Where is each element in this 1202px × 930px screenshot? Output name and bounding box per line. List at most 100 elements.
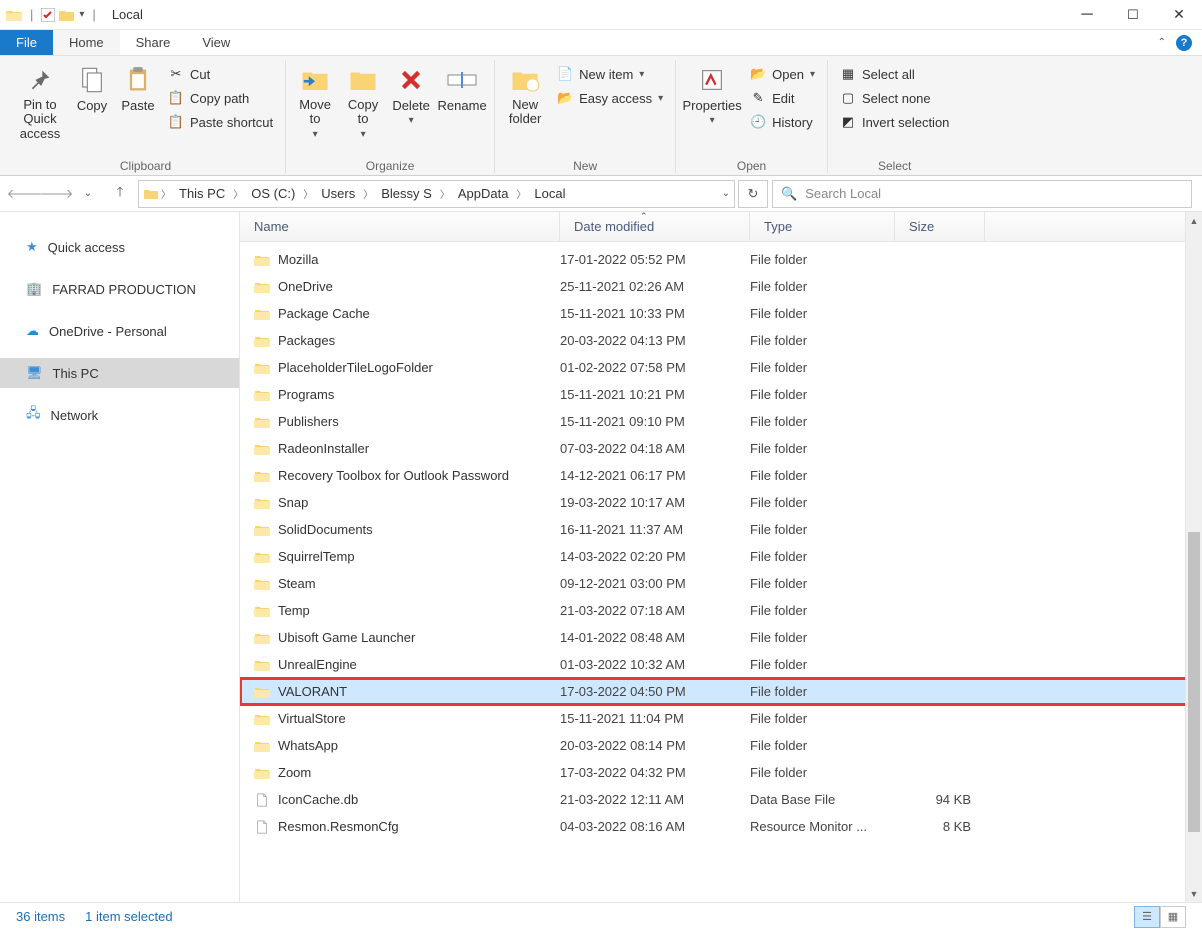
file-type: File folder [750,495,895,510]
paste-shortcut-button[interactable]: 📋Paste shortcut [162,110,279,134]
quick-access-check-icon[interactable] [41,8,55,22]
back-button[interactable]: 🡐 [10,180,38,208]
table-row[interactable]: Resmon.ResmonCfg04-03-2022 08:16 AMResou… [240,813,1202,840]
minimize-button[interactable]: ─ [1064,0,1110,30]
vertical-scrollbar[interactable]: ▲ ▼ [1185,212,1202,902]
edit-button[interactable]: ✎Edit [744,86,821,110]
table-row[interactable]: VALORANT17-03-2022 04:50 PMFile folder [240,678,1202,705]
open-button[interactable]: 📂Open ▾ [744,62,821,86]
tab-home[interactable]: Home [53,30,120,55]
breadcrumb-item[interactable]: This PC [173,184,231,203]
table-row[interactable]: Microsoft 11-03-2022 02:19 PM File folde… [240,242,1202,246]
file-date: 15-11-2021 11:04 PM [560,711,750,726]
properties-button[interactable]: Properties▾ [682,60,742,157]
column-type[interactable]: Type [750,212,895,241]
table-row[interactable]: Package Cache15-11-2021 10:33 PMFile fol… [240,300,1202,327]
tab-view[interactable]: View [186,30,246,55]
table-row[interactable]: Recovery Toolbox for Outlook Password14-… [240,462,1202,489]
up-button[interactable]: 🡑 [106,180,134,208]
column-date[interactable]: Date modified [560,212,750,241]
table-row[interactable]: Ubisoft Game Launcher14-01-2022 08:48 AM… [240,624,1202,651]
invert-selection-button[interactable]: ◩Invert selection [834,110,955,134]
chevron-right-icon[interactable]: 〉 [303,186,313,201]
refresh-button[interactable]: ↻ [738,180,768,208]
copy-to-button[interactable]: Copy to▾ [340,60,386,157]
table-row[interactable]: SolidDocuments16-11-2021 11:37 AMFile fo… [240,516,1202,543]
column-size[interactable]: Size [895,212,985,241]
folder-icon [254,442,270,456]
pin-to-quick-access-button[interactable]: Pin to Quick access [12,60,68,157]
table-row[interactable]: Snap19-03-2022 10:17 AMFile folder [240,489,1202,516]
new-item-button[interactable]: 📄New item ▾ [551,62,669,86]
file-name: Steam [278,576,316,591]
table-row[interactable]: IconCache.db21-03-2022 12:11 AMData Base… [240,786,1202,813]
paste-button[interactable]: Paste [116,60,160,157]
table-row[interactable]: OneDrive25-11-2021 02:26 AMFile folder [240,273,1202,300]
move-to-button[interactable]: Move to▾ [292,60,338,157]
table-row[interactable]: PlaceholderTileLogoFolder01-02-2022 07:5… [240,354,1202,381]
folder-icon [254,496,270,510]
chevron-right-icon[interactable]: 〉 [440,186,450,201]
table-row[interactable]: Steam09-12-2021 03:00 PMFile folder [240,570,1202,597]
details-view-button[interactable]: ☰ [1134,906,1160,928]
sidebar-item-farrad[interactable]: 🏢FARRAD PRODUCTION [0,274,239,304]
table-row[interactable]: RadeonInstaller07-03-2022 04:18 AMFile f… [240,435,1202,462]
easy-access-button[interactable]: 📂Easy access ▾ [551,86,669,110]
breadcrumb-item[interactable]: AppData [452,184,515,203]
table-row[interactable]: UnrealEngine01-03-2022 10:32 AMFile fold… [240,651,1202,678]
table-row[interactable]: Temp21-03-2022 07:18 AMFile folder [240,597,1202,624]
breadcrumb-item[interactable]: OS (C:) [245,184,301,203]
table-row[interactable]: Zoom17-03-2022 04:32 PMFile folder [240,759,1202,786]
sidebar-item-quick-access[interactable]: ★Quick access [0,232,239,262]
collapse-ribbon-icon[interactable]: ⌃ [1158,37,1166,48]
delete-button[interactable]: Delete▾ [388,60,434,157]
table-row[interactable]: SquirrelTemp14-03-2022 02:20 PMFile fold… [240,543,1202,570]
breadcrumb-item[interactable]: Local [528,184,571,203]
copy-button[interactable]: Copy [70,60,114,157]
table-row[interactable]: Mozilla17-01-2022 05:52 PMFile folder [240,246,1202,273]
table-row[interactable]: VirtualStore15-11-2021 11:04 PMFile fold… [240,705,1202,732]
column-name[interactable]: Name [240,212,560,241]
sidebar-item-network[interactable]: 🖧Network [0,400,239,430]
thumbnails-view-button[interactable]: ▦ [1160,906,1186,928]
tab-file[interactable]: File [0,30,53,55]
folder-icon [254,658,270,672]
table-row[interactable]: Programs15-11-2021 10:21 PMFile folder [240,381,1202,408]
table-row[interactable]: Publishers15-11-2021 09:10 PMFile folder [240,408,1202,435]
scroll-up-icon[interactable]: ▲ [1186,212,1202,229]
quick-access-dropdown-icon[interactable]: ▾ [79,9,84,20]
search-box[interactable]: 🔍 Search Local [772,180,1192,208]
tab-share[interactable]: Share [120,30,187,55]
address-bar[interactable]: 〉 This PC 〉 OS (C:) 〉 Users 〉 Blessy S 〉… [138,180,735,208]
forward-button[interactable]: 🡒 [42,180,70,208]
table-row[interactable]: Packages20-03-2022 04:13 PMFile folder [240,327,1202,354]
breadcrumb-item[interactable]: Users [315,184,361,203]
select-all-button[interactable]: ▦Select all [834,62,955,86]
chevron-right-icon[interactable]: 〉 [161,186,171,201]
select-none-button[interactable]: ▢Select none [834,86,955,110]
cut-button[interactable]: ✂Cut [162,62,279,86]
maximize-button[interactable]: ☐ [1110,0,1156,30]
close-button[interactable]: ✕ [1156,0,1202,30]
file-date: 04-03-2022 08:16 AM [560,819,750,834]
sidebar-item-this-pc[interactable]: 🖥This PC [0,358,239,388]
address-dropdown-icon[interactable]: ⌄ [722,188,730,199]
new-folder-button[interactable]: New folder [501,60,549,157]
help-icon[interactable]: ? [1176,35,1192,51]
table-row[interactable]: WhatsApp20-03-2022 08:14 PMFile folder [240,732,1202,759]
history-button[interactable]: 🕘History [744,110,821,134]
recent-locations-button[interactable]: ⌄ [74,180,102,208]
quick-access-folder-icon[interactable] [59,8,75,22]
folder-icon [254,604,270,618]
chevron-right-icon[interactable]: 〉 [363,186,373,201]
sidebar-item-onedrive[interactable]: ☁OneDrive - Personal [0,316,239,346]
chevron-right-icon[interactable]: 〉 [233,186,243,201]
scroll-down-icon[interactable]: ▼ [1186,885,1202,902]
file-date: 17-03-2022 04:50 PM [560,684,750,699]
rename-button[interactable]: Rename [436,60,488,157]
scroll-thumb[interactable] [1188,532,1200,832]
chevron-right-icon[interactable]: 〉 [516,186,526,201]
ribbon-group-new: New folder 📄New item ▾ 📂Easy access ▾ Ne… [495,60,676,173]
breadcrumb-item[interactable]: Blessy S [375,184,438,203]
copy-path-button[interactable]: 📋Copy path [162,86,279,110]
